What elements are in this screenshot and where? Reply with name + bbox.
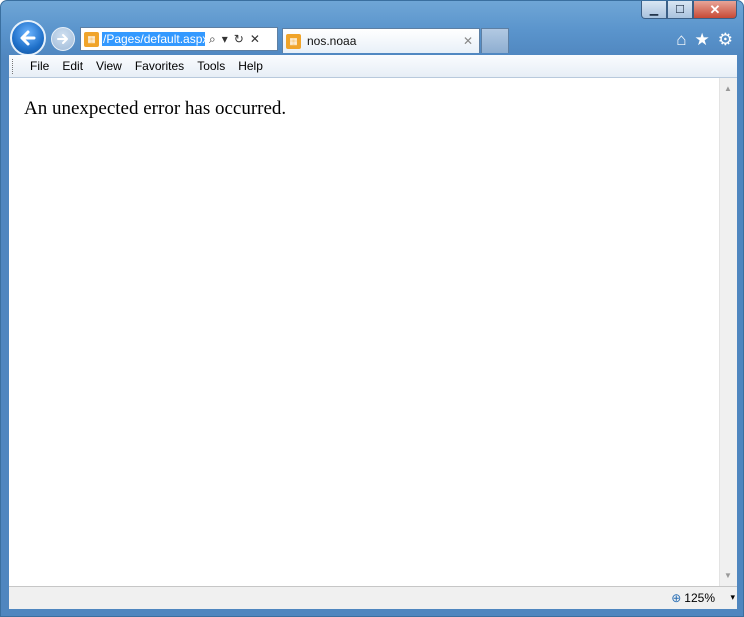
favorites-star-icon[interactable]: ★ [695,30,710,50]
refresh-icon[interactable]: ↻ [234,32,244,46]
zoom-icon: ⊕ [671,591,682,605]
forward-arrow-icon [57,34,68,44]
stop-icon[interactable]: ✕ [250,32,260,46]
tab-title: nos.noaa [307,34,357,48]
menu-view[interactable]: View [96,59,122,73]
zoom-control[interactable]: ⊕ 125% [671,591,715,605]
menu-tools[interactable]: Tools [197,59,225,73]
maximize-button[interactable]: ☐ [667,1,693,19]
new-tab-button[interactable] [481,28,509,53]
menu-favorites[interactable]: Favorites [135,59,184,73]
browser-window: ▁ ☐ ✕ ▦ /Pages/default.aspx ⌕ ▾ ↻ ✕ ▦ no… [0,0,744,617]
menu-help[interactable]: Help [238,59,263,73]
zoom-dropdown-icon[interactable]: ▾ [730,592,735,603]
tab-favicon-icon: ▦ [286,33,301,49]
address-bar[interactable]: ▦ /Pages/default.aspx ⌕ ▾ ↻ ✕ [80,27,278,51]
scroll-down-icon[interactable]: ▼ [724,571,732,580]
back-button[interactable] [10,20,46,56]
error-message: An unexpected error has occurred. [24,98,287,119]
back-arrow-icon [20,30,36,46]
site-favicon-icon: ▦ [84,31,99,47]
zoom-level: 125% [684,591,715,605]
close-button[interactable]: ✕ [693,1,737,19]
search-icon[interactable]: ⌕ [209,32,216,47]
vertical-scrollbar[interactable]: ▲ ▼ [719,78,737,586]
menu-bar: File Edit View Favorites Tools Help [9,55,737,78]
home-icon[interactable]: ⌂ [676,30,686,50]
page-content: An unexpected error has occurred. [9,78,719,586]
menu-grip[interactable] [12,58,16,74]
tools-gear-icon[interactable]: ⚙ [718,30,733,50]
address-dropdown-icon[interactable]: ▾ [222,32,228,46]
caption-buttons: ▁ ☐ ✕ [641,1,737,21]
tab-active[interactable]: ▦ nos.noaa ✕ [282,28,480,53]
address-url[interactable]: /Pages/default.aspx [102,32,205,46]
forward-button[interactable] [51,27,75,51]
menu-edit[interactable]: Edit [62,59,83,73]
scroll-up-icon[interactable]: ▲ [724,84,732,93]
status-bar: ⊕ 125% ▾ [9,586,737,609]
minimize-button[interactable]: ▁ [641,1,667,19]
menu-file[interactable]: File [30,59,49,73]
tab-close-icon[interactable]: ✕ [463,34,473,48]
